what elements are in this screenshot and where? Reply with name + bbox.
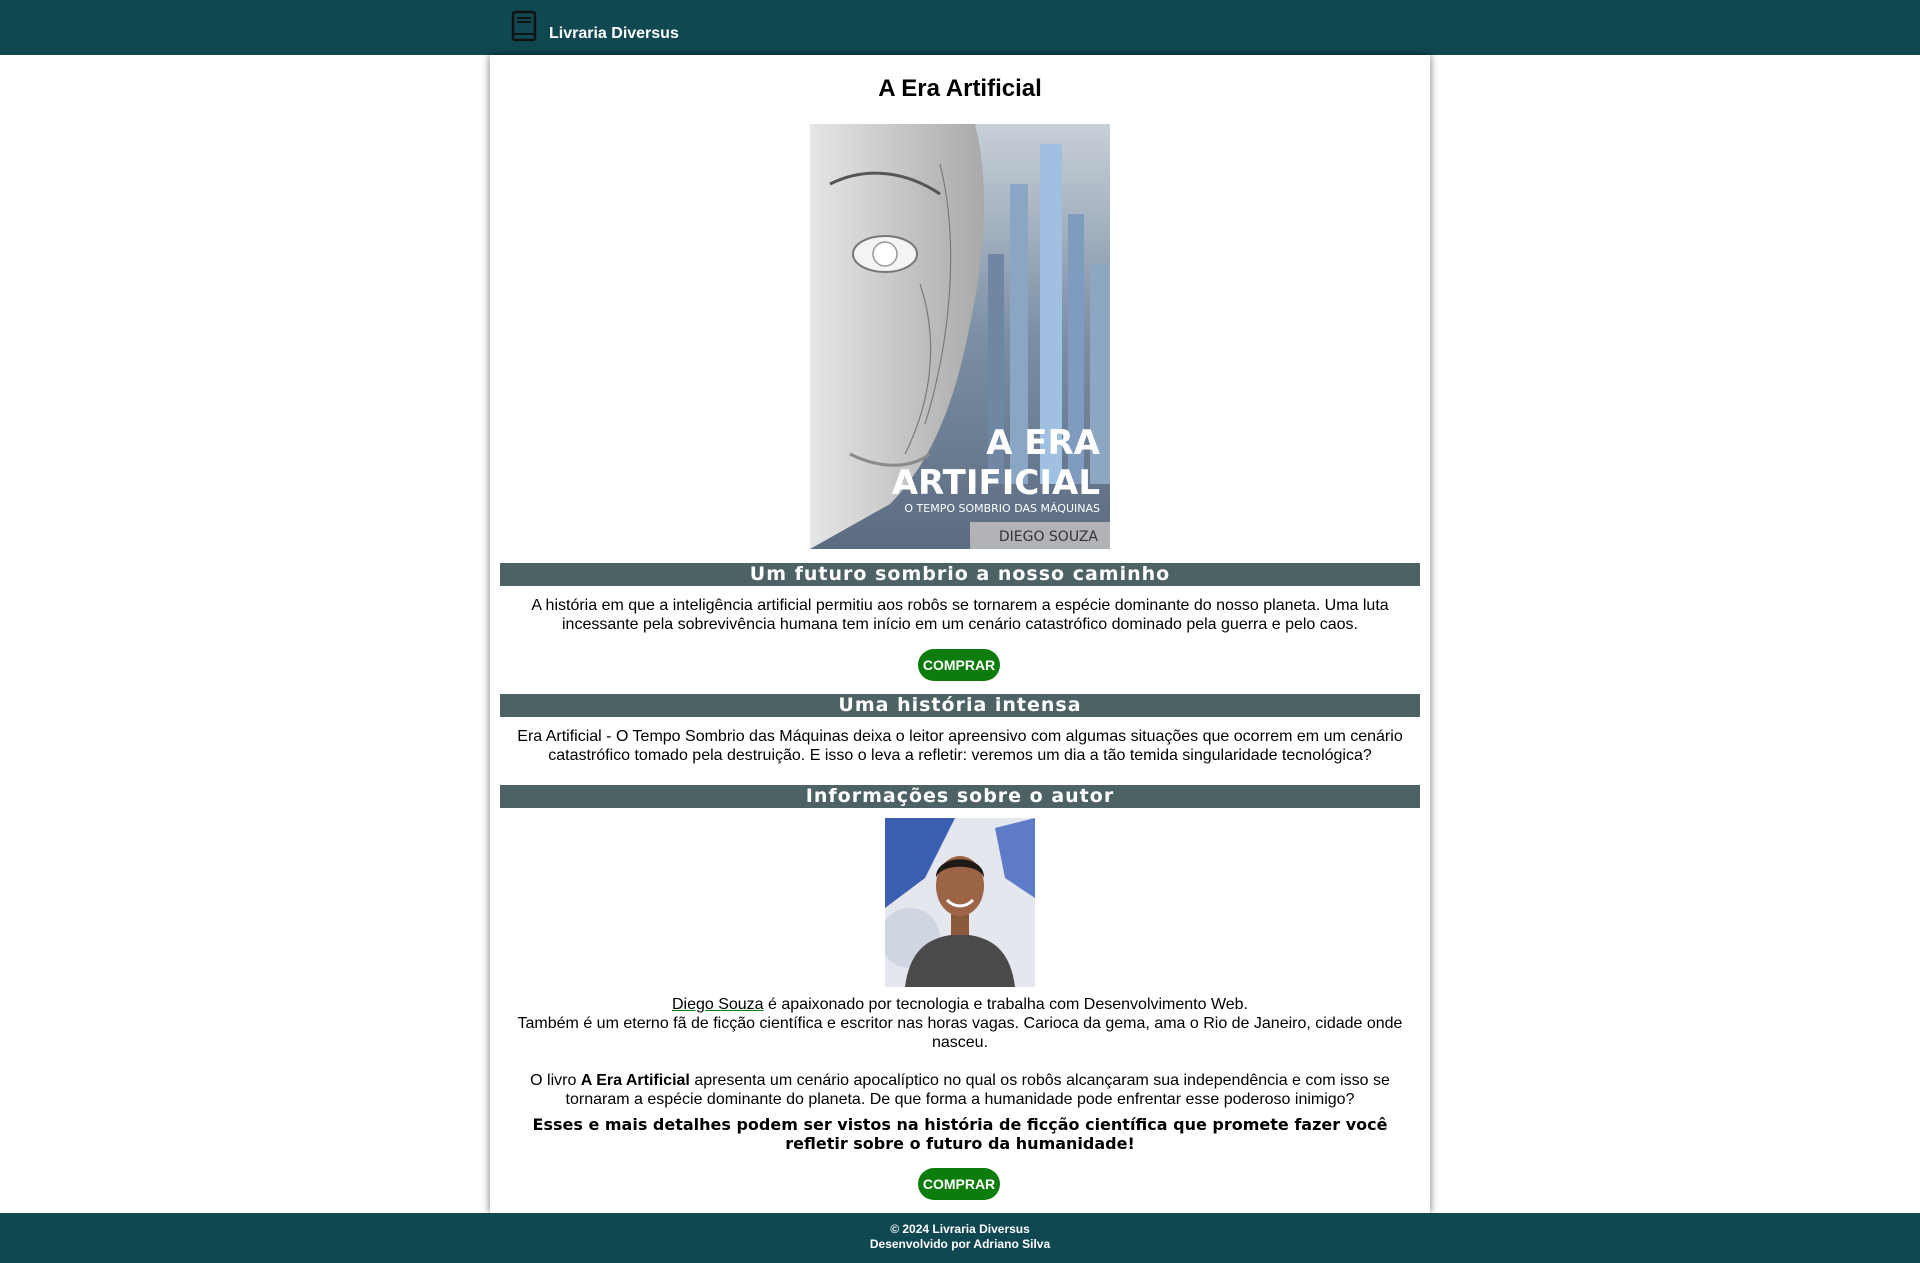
author-photo <box>885 818 1035 987</box>
book-summary-prefix: O livro <box>530 1072 581 1089</box>
buy-button-bottom[interactable]: COMPRAR <box>918 1168 1000 1200</box>
brand-link[interactable]: Livraria Diversus <box>511 10 679 44</box>
page-title: A Era Artificial <box>878 75 1042 102</box>
svg-text:DIEGO SOUZA: DIEGO SOUZA <box>999 529 1099 545</box>
brand-name: Livraria Diversus <box>549 25 679 42</box>
future-description: A história em que a inteligência artific… <box>531 597 1389 633</box>
author-bio-line2: Também é um eterno fã de ficção científi… <box>517 1015 1403 1051</box>
section-heading-story: Uma história intensa <box>500 694 1420 717</box>
svg-text:A ERA: A ERA <box>986 423 1101 463</box>
closing-text: Esses e mais detalhes podem ser vistos n… <box>532 1115 1388 1153</box>
top-navbar: Livraria Diversus <box>0 0 1920 55</box>
section-heading-future: Um futuro sombrio a nosso caminho <box>500 563 1420 586</box>
book-summary-rest: apresenta um cenário apocalíptico no qua… <box>565 1072 1390 1108</box>
story-description: Era Artificial - O Tempo Sombrio das Máq… <box>517 728 1403 764</box>
page-footer: © 2024 Livraria Diversus Desenvolvido po… <box>0 1213 1920 1263</box>
book-summary-title: A Era Artificial <box>580 1072 690 1089</box>
author-name-link[interactable]: Diego Souza <box>672 996 764 1013</box>
footer-copyright: © 2024 Livraria Diversus <box>890 1222 1030 1236</box>
book-card: A Era Artificial A ERA ARTIFICIAL O TEMP… <box>490 55 1430 1213</box>
book-summary: O livro A Era Artificial apresenta um ce… <box>510 1071 1410 1109</box>
author-bio-rest: é apaixonado por tecnologia e trabalha c… <box>763 996 1249 1013</box>
footer-credit: Desenvolvido por Adriano Silva <box>869 1237 1051 1251</box>
book-cover-image: A ERA ARTIFICIAL O TEMPO SOMBRIO DAS MÁQ… <box>810 124 1110 549</box>
svg-text:ARTIFICIAL: ARTIFICIAL <box>892 463 1100 503</box>
author-bio: Diego Souza é apaixonado por tecnologia … <box>510 995 1410 1052</box>
buy-button-top[interactable]: COMPRAR <box>918 649 1000 681</box>
svg-text:O TEMPO SOMBRIO DAS MÁQUINAS: O TEMPO SOMBRIO DAS MÁQUINAS <box>904 502 1100 515</box>
book-icon <box>511 10 537 42</box>
section-heading-author: Informações sobre o autor <box>500 785 1420 808</box>
